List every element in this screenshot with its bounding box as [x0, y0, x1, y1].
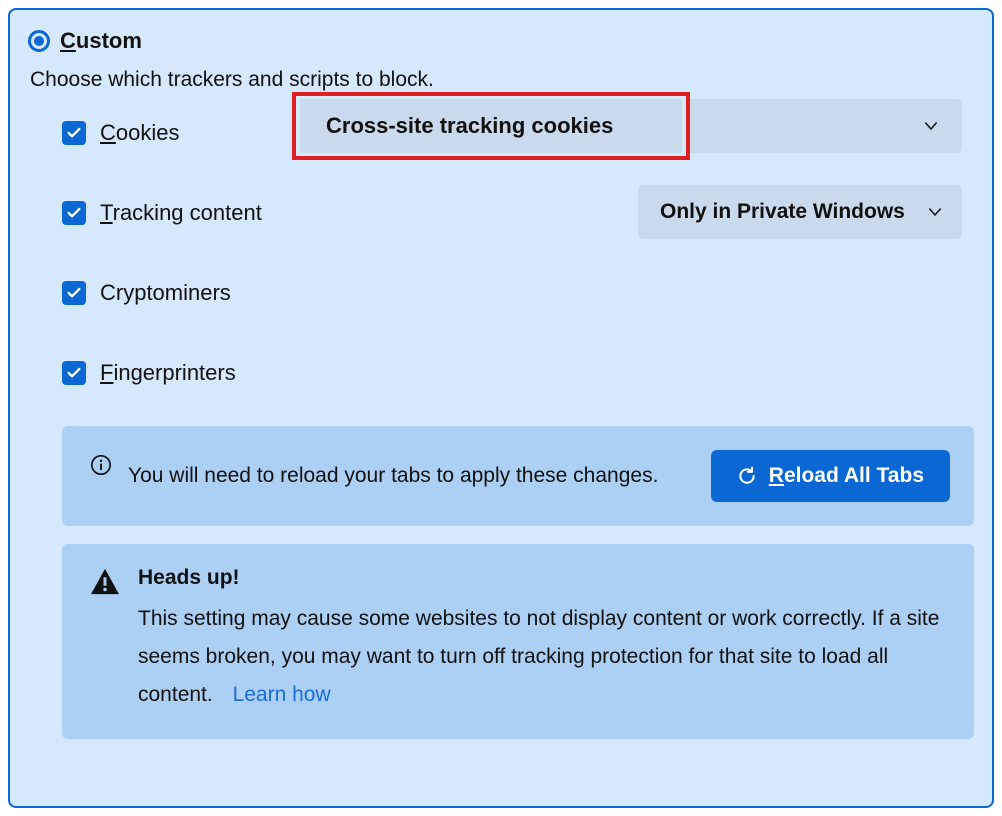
cryptominers-checkbox[interactable] [62, 281, 86, 305]
option-row-cookies: Cookies Cross-site tracking cookies [62, 120, 974, 146]
panel-title: Custom [60, 28, 142, 54]
learn-how-link[interactable]: Learn how [233, 683, 331, 706]
info-icon [90, 454, 112, 476]
cookies-dropdown[interactable]: Cross-site tracking cookies [300, 99, 682, 153]
cookies-label: Cookies [100, 120, 179, 146]
cookies-dropdown-highlight: Cross-site tracking cookies [292, 92, 690, 160]
option-row-fingerprinters: Fingerprinters [62, 360, 974, 386]
radio-selected-dot [34, 36, 44, 46]
reload-info-text: You will need to reload your tabs to app… [128, 458, 695, 494]
fingerprinters-checkbox[interactable] [62, 361, 86, 385]
reload-all-tabs-button[interactable]: Reload All Tabs [711, 450, 950, 502]
tracking-checkbox[interactable] [62, 201, 86, 225]
option-row-tracking: Tracking content Only in Private Windows [62, 200, 974, 226]
checkmark-icon [66, 205, 82, 221]
fingerprinters-label: Fingerprinters [100, 360, 236, 386]
warning-content: Heads up! This setting may cause some we… [138, 566, 946, 713]
checkmark-icon [66, 285, 82, 301]
panel-description: Choose which trackers and scripts to blo… [30, 68, 974, 92]
checkmark-icon [66, 125, 82, 141]
tracking-dropdown[interactable]: Only in Private Windows [638, 185, 962, 239]
cookies-dropdown-value: Cross-site tracking cookies [326, 113, 613, 139]
options-list: Cookies Cross-site tracking cookies Trac… [62, 120, 974, 386]
reload-info-box: You will need to reload your tabs to app… [62, 426, 974, 526]
custom-protection-panel: Custom Choose which trackers and scripts… [8, 8, 994, 808]
chevron-down-icon [922, 117, 940, 135]
tracking-dropdown-value: Only in Private Windows [660, 200, 905, 224]
panel-header: Custom [28, 28, 974, 54]
reload-icon [737, 466, 757, 486]
cookies-dropdown-chevron-area[interactable] [690, 99, 962, 153]
reload-button-label: Reload All Tabs [769, 464, 924, 488]
warning-title: Heads up! [138, 566, 946, 590]
warning-icon [90, 568, 120, 596]
warning-box: Heads up! This setting may cause some we… [62, 544, 974, 739]
tracking-label: Tracking content [100, 200, 262, 226]
cryptominers-label: Cryptominers [100, 280, 231, 306]
custom-radio[interactable] [28, 30, 50, 52]
chevron-down-icon [926, 203, 944, 221]
warning-text: This setting may cause some websites to … [138, 600, 946, 713]
cookies-checkbox[interactable] [62, 121, 86, 145]
checkmark-icon [66, 365, 82, 381]
option-row-cryptominers: Cryptominers [62, 280, 974, 306]
